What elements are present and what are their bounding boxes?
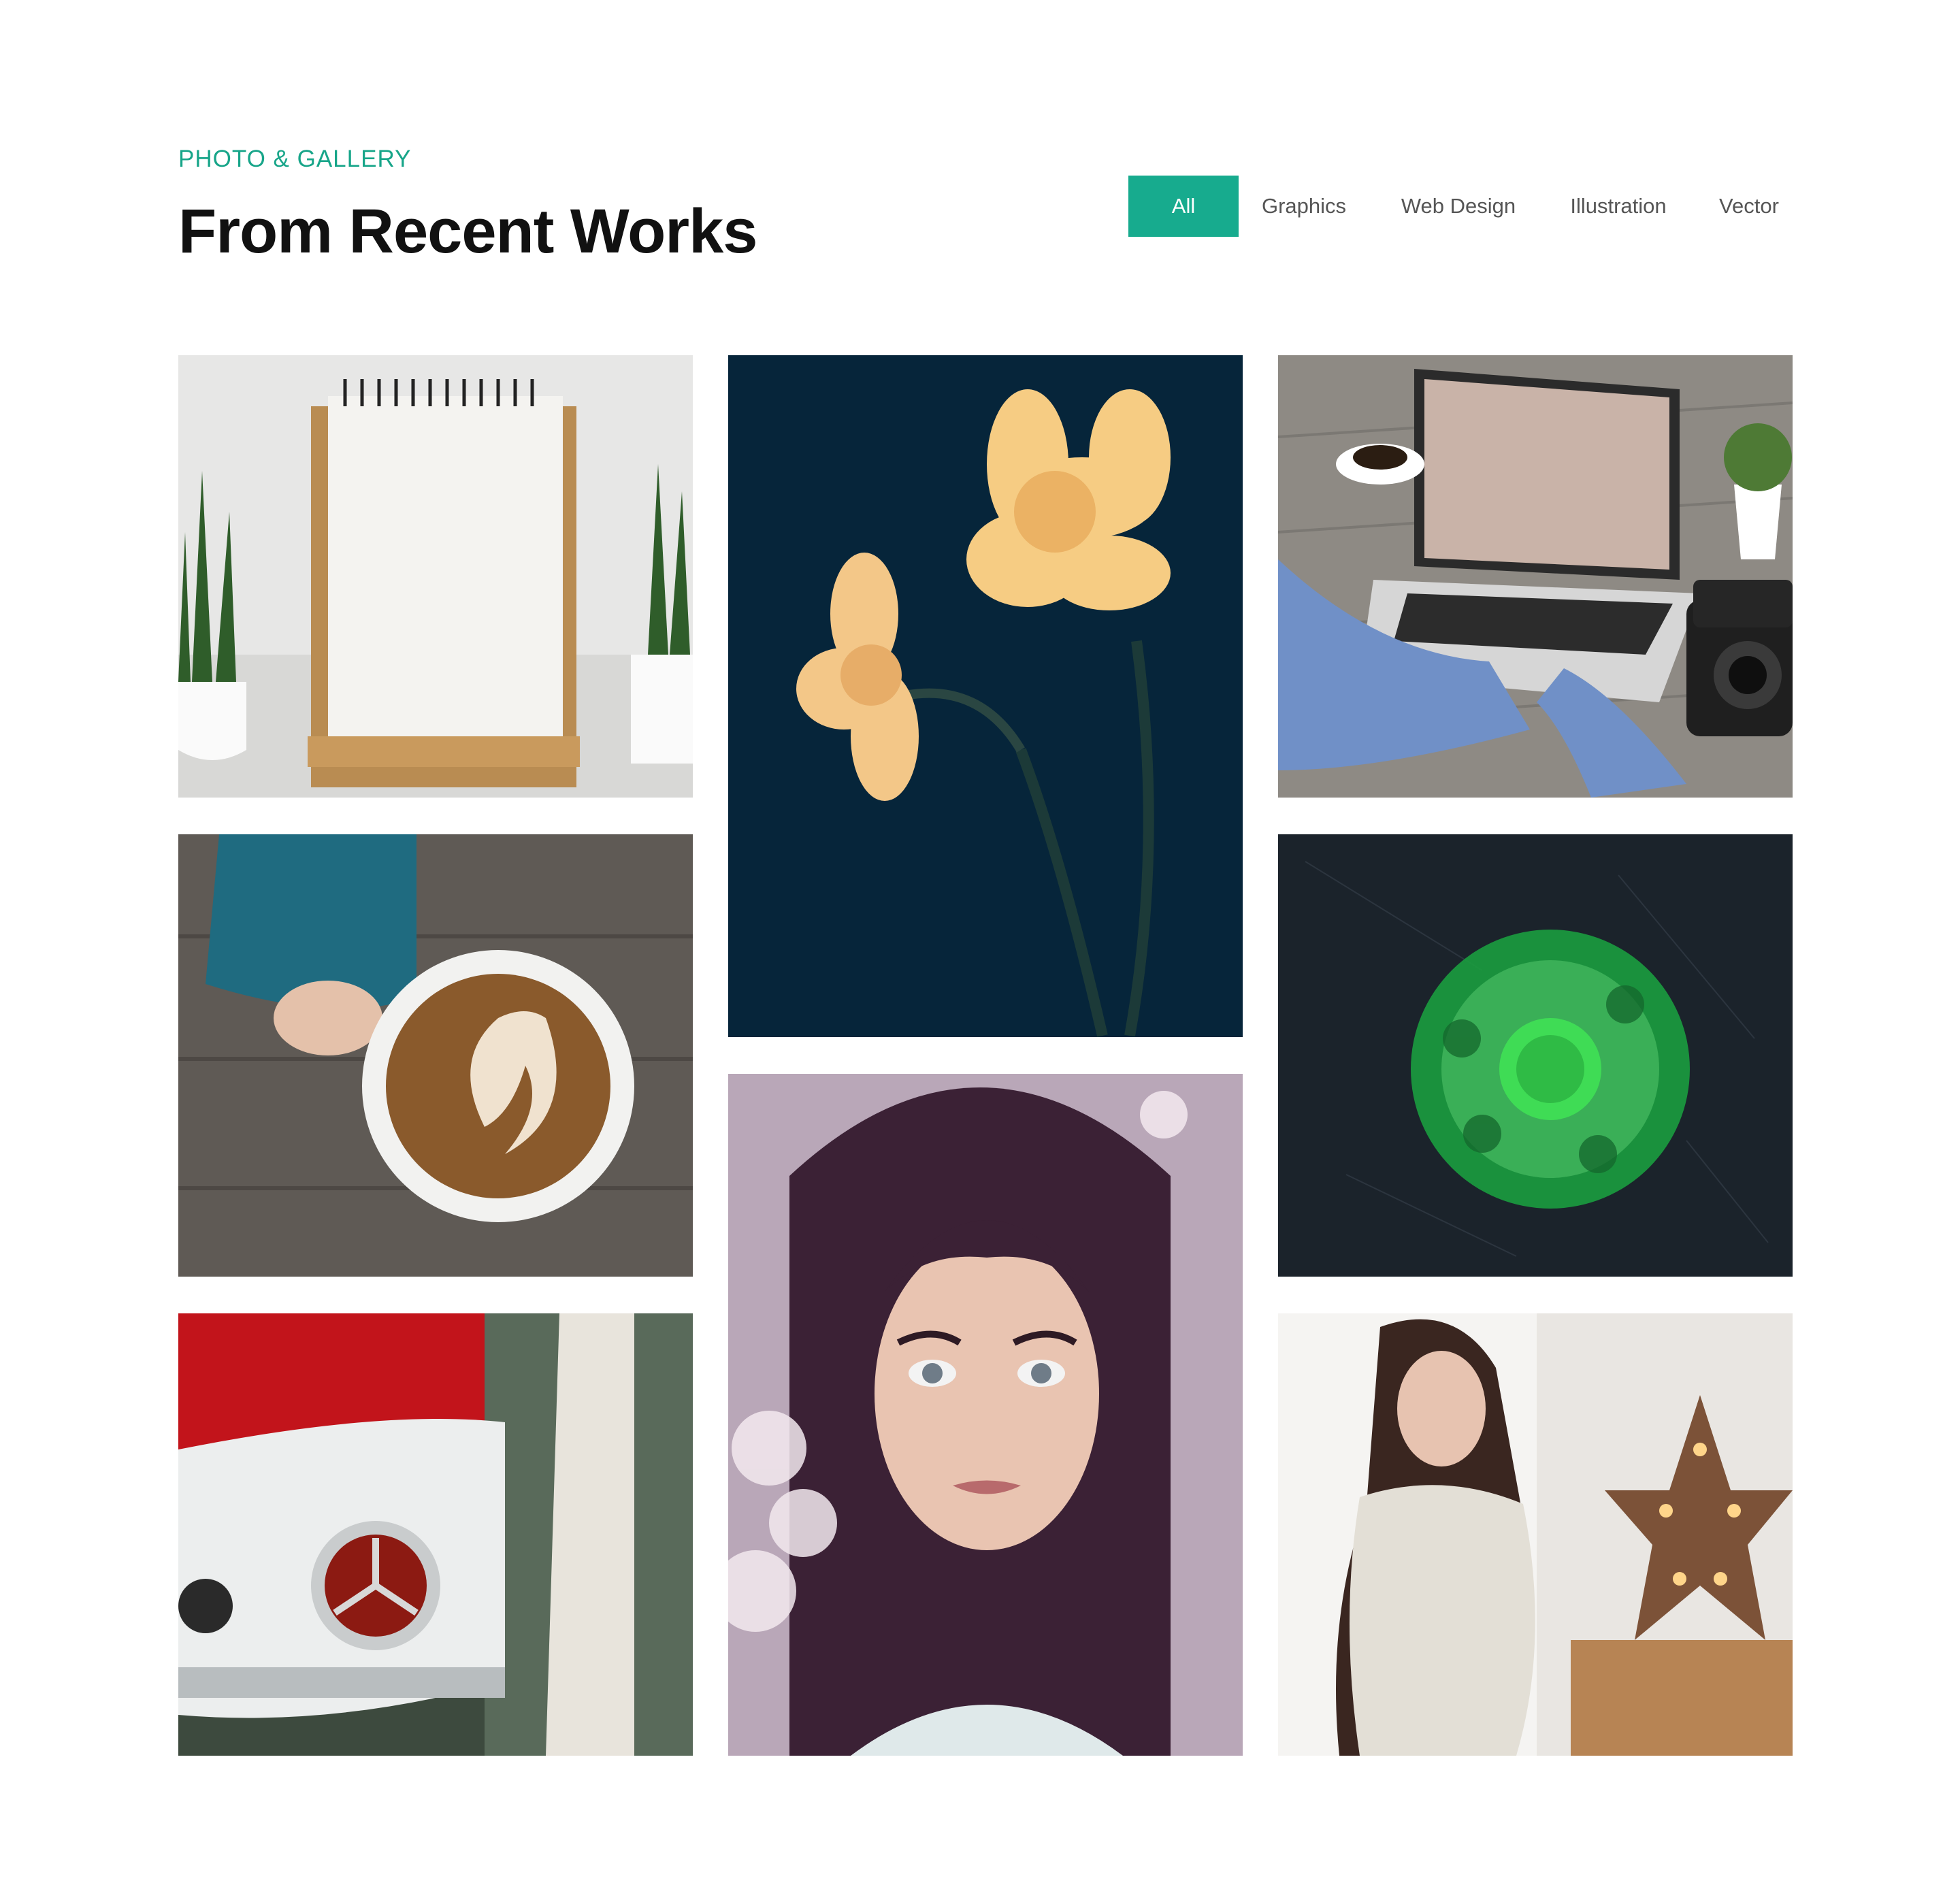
gallery-item-daffodils[interactable] <box>728 355 1243 1037</box>
portrait-image <box>728 1074 1243 1756</box>
daffodils-image <box>728 355 1243 1037</box>
gallery-item-star-lamp[interactable] <box>1278 1313 1793 1756</box>
section-eyebrow: PHOTO & GALLERY <box>178 146 412 172</box>
laptop-image <box>1278 355 1793 798</box>
filter-web-design[interactable]: Web Design <box>1387 176 1530 237</box>
gallery-item-coffee[interactable] <box>178 834 693 1277</box>
section-title: From Recent Works <box>178 197 757 266</box>
filter-vector[interactable]: Vector <box>1705 176 1793 237</box>
gallery-item-spinner[interactable] <box>1278 834 1793 1277</box>
filter-all[interactable]: All <box>1128 176 1239 237</box>
filter-graphics[interactable]: Graphics <box>1250 176 1358 237</box>
filter-illustration[interactable]: Illustration <box>1550 176 1686 237</box>
spinner-image <box>1278 834 1793 1277</box>
gallery-item-laptop[interactable] <box>1278 355 1793 798</box>
gallery-item-portrait[interactable] <box>728 1074 1243 1756</box>
coffee-image <box>178 834 693 1277</box>
gallery-item-car[interactable] <box>178 1313 693 1756</box>
car-image <box>178 1313 693 1756</box>
star-lamp-image <box>1278 1313 1793 1756</box>
notebook-image <box>178 355 693 798</box>
gallery-item-notebook[interactable] <box>178 355 693 798</box>
